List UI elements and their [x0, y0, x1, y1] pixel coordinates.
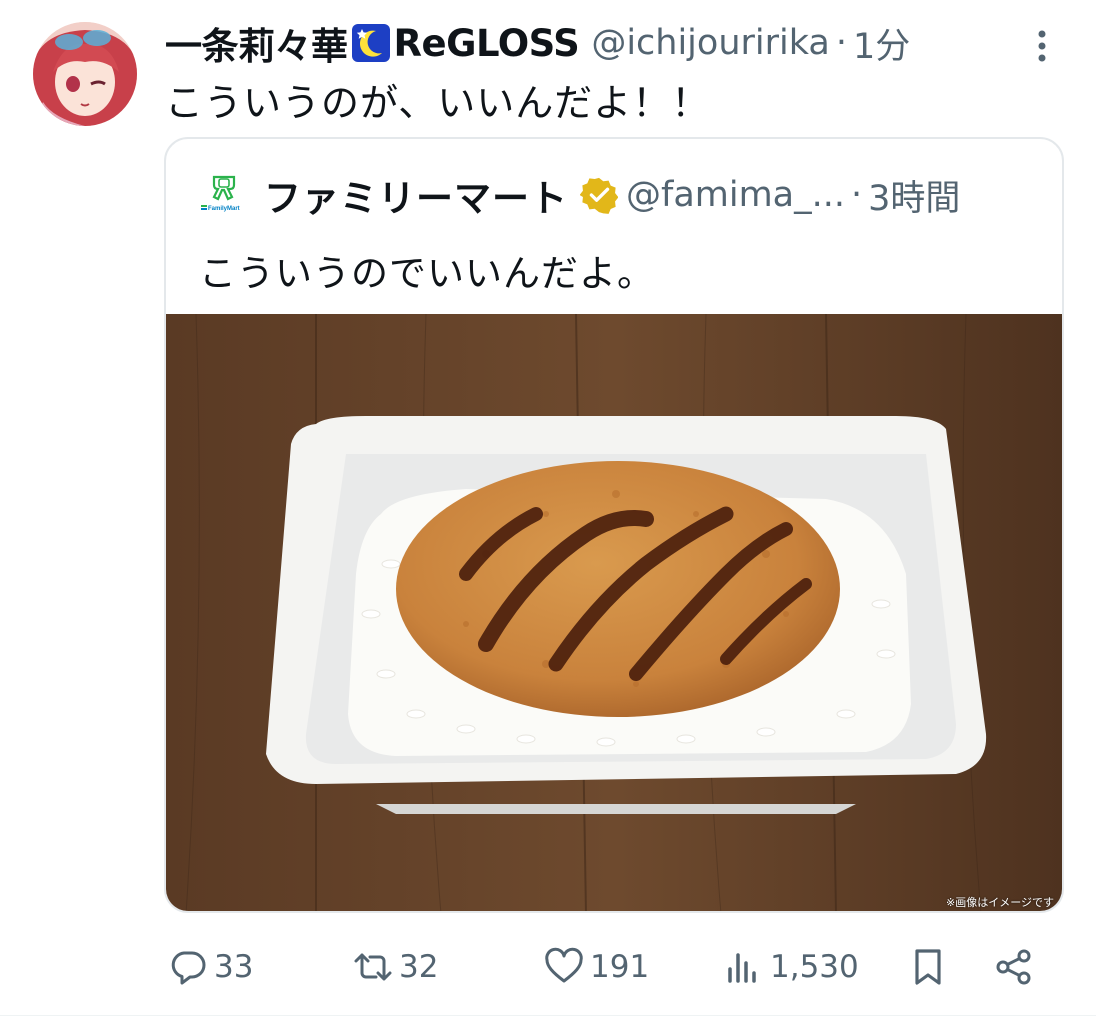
like-count: 191 [590, 949, 650, 985]
tweet-divider [0, 1015, 1096, 1016]
quoted-tweet-timestamp[interactable]: 3時間 [868, 170, 960, 221]
view-count: 1,530 [770, 949, 859, 985]
retweet-button[interactable]: 32 [353, 942, 438, 992]
tweet-text: こういうのが、いいんだよ！！ [165, 81, 711, 125]
retweet-count: 32 [399, 949, 439, 985]
tweet-action-bar: 33 32 191 1,530 [168, 942, 1048, 992]
quoted-tweet-text: こういうのでいいんだよ。 [199, 252, 655, 295]
views-button[interactable]: 1,530 [724, 942, 859, 992]
share-button[interactable] [994, 942, 1040, 992]
separator-dot: · [835, 23, 847, 63]
quoted-separator-dot: · [851, 175, 863, 215]
bookmark-icon [915, 949, 941, 985]
bookmark-button[interactable] [908, 942, 954, 992]
author-avatar[interactable] [33, 22, 137, 126]
heart-icon [545, 947, 583, 983]
familymart-logo-text: FamilyMart [208, 206, 240, 212]
reply-icon [171, 951, 206, 985]
author-handle[interactable]: @ichijouririka [591, 23, 830, 63]
author-display-name-suffix[interactable]: ReGLOSS [394, 22, 580, 65]
tweet-header: 一条莉々華 ReGLOSS @ichijouririka · 1分 [165, 16, 910, 70]
retweet-icon [354, 953, 392, 981]
crescent-moon-star-icon [351, 23, 391, 63]
reply-button[interactable]: 33 [168, 942, 253, 992]
tweet-timestamp[interactable]: 1分 [853, 18, 910, 69]
reply-count: 33 [214, 949, 254, 985]
share-icon [996, 949, 1031, 985]
like-button[interactable]: 191 [544, 942, 649, 992]
tweet[interactable]: 一条莉々華 ReGLOSS @ichijouririka · 1分 こういうのが… [0, 0, 1096, 1022]
quoted-author-handle[interactable]: @famima_... [626, 175, 845, 215]
views-chart-icon [728, 953, 756, 983]
quoted-author-display-name[interactable]: ファミリーマート [264, 168, 568, 222]
author-display-name[interactable]: 一条莉々華 [165, 16, 348, 70]
more-options-icon[interactable] [1032, 28, 1052, 64]
quoted-tweet-image[interactable]: ※画像はイメージです [166, 314, 1062, 911]
verified-badge-icon [580, 177, 618, 214]
quoted-tweet-header: ファミリーマート @famima_... · 3時間 [264, 167, 960, 223]
quoted-author-avatar[interactable]: FamilyMart [196, 167, 252, 223]
quoted-tweet-card[interactable]: FamilyMart ファミリーマート @famima_... · 3時間 こう… [164, 137, 1064, 913]
image-caption: ※画像はイメージです [946, 896, 1054, 909]
